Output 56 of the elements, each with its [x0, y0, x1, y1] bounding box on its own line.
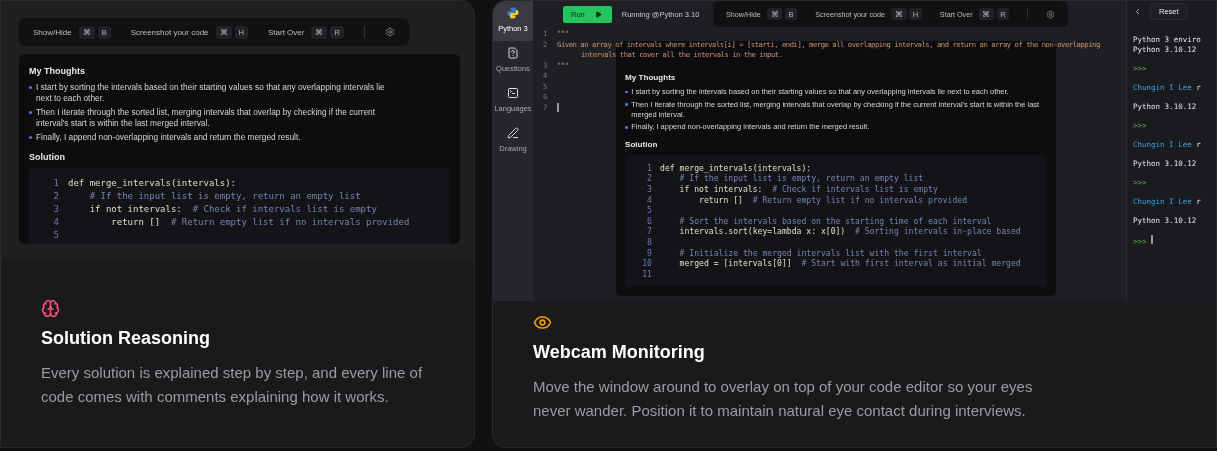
- thought-text: Then I iterate through the sorted list, merging intervals that overlap by checking if the current interval's start is within the last merged interval.: [36, 107, 376, 129]
- line-number: 3: [52, 203, 59, 216]
- section-heading: My Thoughts: [625, 72, 677, 82]
- line-number: 2: [52, 190, 59, 203]
- line-number: 2: [646, 173, 652, 184]
- code-text: def merge_intervals(intervals):: [68, 177, 236, 190]
- bullet-icon: [29, 86, 32, 89]
- card-title: Webcam Monitoring: [533, 342, 706, 363]
- line-number: 7: [646, 226, 652, 237]
- code-text: intervals.sort(key=lambda x: x[0]) # Sorting intervals in-place based: [678, 226, 1021, 237]
- code-text: if not intervals: # Check if intervals list is empty: [88, 203, 377, 216]
- code-text: if not intervals: # Check if intervals list is empty: [678, 183, 938, 195]
- bullet-icon: [29, 136, 32, 139]
- play-icon: [594, 10, 602, 18]
- line-number: 10: [641, 258, 652, 269]
- section-heading: Solution: [625, 140, 659, 150]
- shortcut-label[interactable]: Show/Hide: [33, 27, 72, 37]
- line-number: 1: [646, 162, 652, 174]
- thought-text: I start by sorting the intervals based on their starting values so that any overlapping intervals lie next to each other.: [36, 82, 386, 104]
- code-text: # Initialize the merged intervals list with the first interval: [678, 247, 982, 259]
- code-text: # Sort the intervals based on the starting time of each interval: [678, 215, 992, 227]
- chevron-left-icon[interactable]: [1133, 6, 1142, 16]
- settings-icon[interactable]: [384, 27, 395, 37]
- line-number: 4: [646, 194, 652, 206]
- card-description: Every solution is explained step by step, and every line of code comes with comments explaining how it works.: [41, 363, 424, 407]
- terminal-icon: [507, 87, 519, 99]
- shortcut-label[interactable]: Start Over: [267, 27, 305, 37]
- code-text: return [] # Return empty list if no intervals provided: [698, 194, 968, 206]
- line-number: 5: [646, 205, 652, 216]
- bullet-icon: [625, 103, 628, 107]
- pen-icon: [507, 127, 519, 139]
- code-text: # If the input list is empty, return an empty list: [678, 173, 924, 184]
- settings-icon[interactable]: [1046, 9, 1056, 19]
- code-text: # If the input list is empty, return an empty list: [88, 190, 361, 203]
- section-heading: My Thoughts: [29, 66, 86, 76]
- bullet-icon: [29, 111, 32, 114]
- line-number: 9: [646, 247, 652, 259]
- code-text: return [] # Return empty list if no intervals provided: [110, 216, 410, 229]
- line-number: 4: [52, 216, 59, 229]
- shortcut-label[interactable]: Screenshot your code: [130, 27, 209, 37]
- line-number: 8: [646, 236, 652, 248]
- section-heading: Solution: [29, 152, 66, 162]
- card-title: Solution Reasoning: [41, 328, 211, 349]
- line-number: 11: [641, 268, 652, 280]
- bullet-icon: [625, 90, 628, 94]
- code-text: def merge_intervals(intervals):: [660, 162, 812, 174]
- line-number: 5: [52, 229, 59, 242]
- line-number: 6: [646, 215, 652, 227]
- code-text: merged = [intervals[0]] # Start with first interval as initial merged: [678, 258, 1021, 269]
- bullet-icon: [625, 125, 628, 129]
- question-file-icon: [507, 47, 519, 59]
- line-number: 3: [646, 183, 652, 195]
- card-description: Move the window around to overlay on top of your code editor so your eyes never wander. Position it to maintain natural eye contact during interviews.: [533, 377, 1034, 421]
- line-number: 1: [52, 177, 59, 190]
- python-logo-icon: [507, 7, 519, 19]
- thought-text: Finally, I append non-overlapping intervals and return the merged result.: [36, 132, 301, 143]
